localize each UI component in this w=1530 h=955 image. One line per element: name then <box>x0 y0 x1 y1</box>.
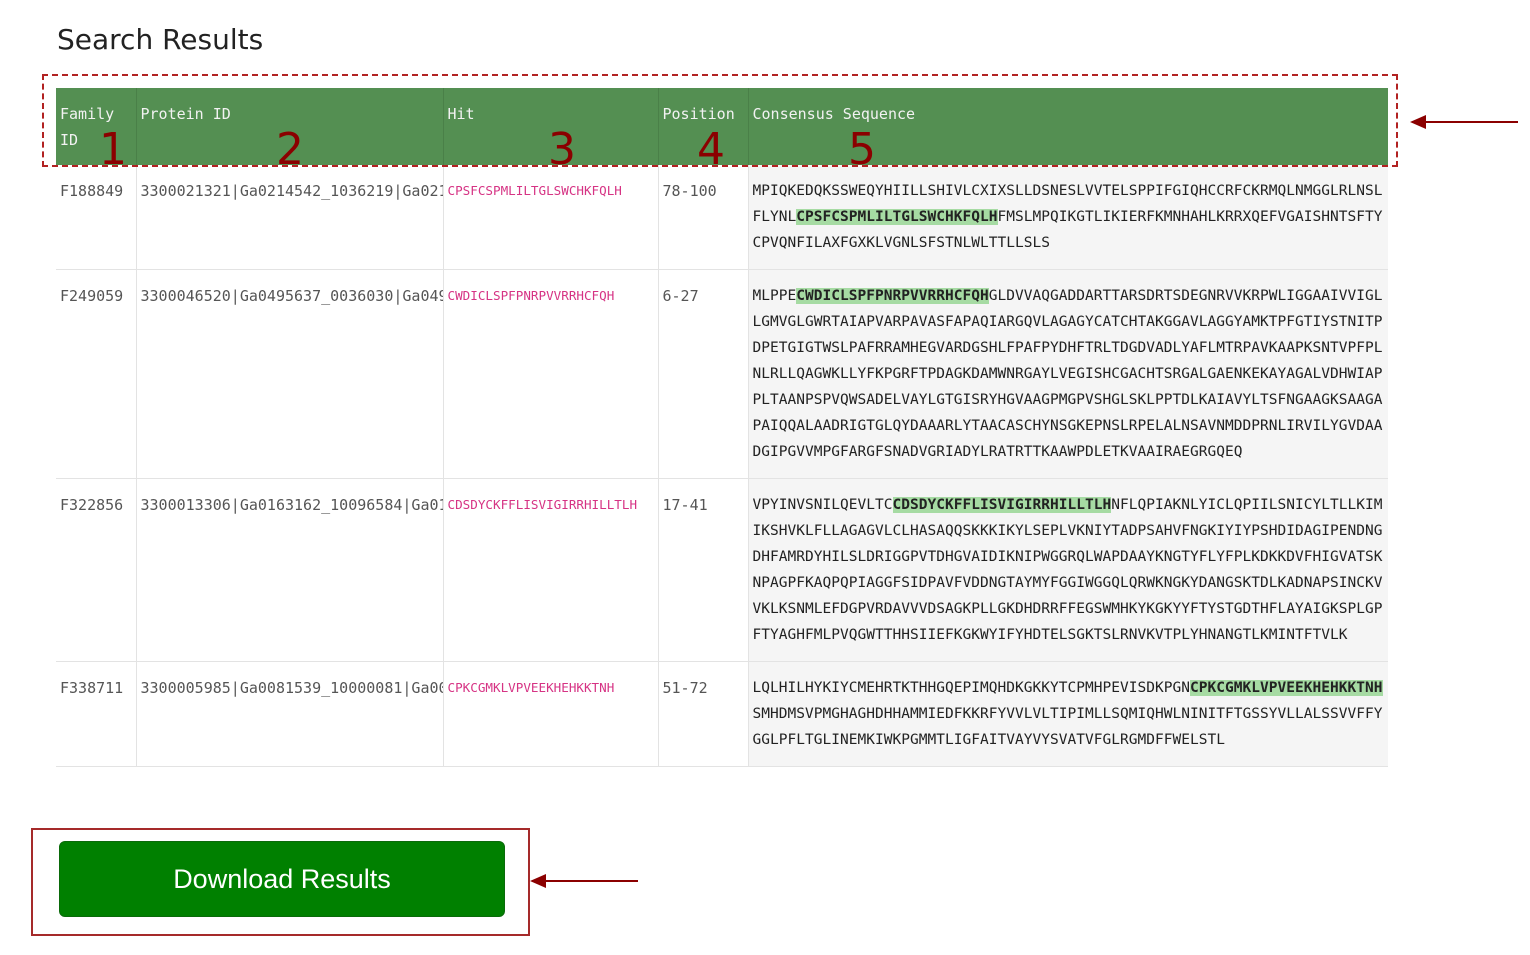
position-cell: 78-100 <box>658 165 749 270</box>
table-row: F322856 3300013306|Ga0163162_10096584|Ga… <box>56 478 1388 662</box>
sequence-hit-highlight: CDSDYCKFFLISVIGIRRHILLTLH <box>892 497 1112 513</box>
column-number-4: 4 <box>697 124 725 175</box>
protein-id-cell: 3300021321|Ga0214542_1036219|Ga0214542_1… <box>136 165 444 270</box>
column-number-1: 1 <box>99 124 127 175</box>
consensus-sequence-cell: MPIQKEDQKSSWEQYHIILLSHIVLCXIXSLLDSNESLVV… <box>748 165 1388 270</box>
family-id-cell: F322856 <box>56 478 137 662</box>
hit-cell: CPKCGMKLVPVEEKHEHKKTNH <box>443 661 659 767</box>
consensus-sequence-cell: MLPPECWDICLSPFPNRPVVRRHCFQHGLDVVAQGADDAR… <box>748 269 1388 479</box>
position-cell: 17-41 <box>658 478 749 662</box>
sequence-after-hit: NFLQPIAKNLYICLQPIILSNICYLTLLKIMIKSHVKLFL… <box>752 497 1383 643</box>
consensus-sequence-cell: VPYINVSNILQEVLTCCDSDYCKFFLISVIGIRRHILLTL… <box>748 478 1388 662</box>
hit-cell: CWDICLSPFPNRPVVRRHCFQH <box>443 269 659 479</box>
family-id-cell: F249059 <box>56 269 137 479</box>
sequence-hit-highlight: CWDICLSPFPNRPVVRRHCFQH <box>796 288 989 304</box>
family-id-cell: F338711 <box>56 661 137 767</box>
position-cell: 51-72 <box>658 661 749 767</box>
table-row: F188849 3300021321|Ga0214542_1036219|Ga0… <box>56 165 1388 270</box>
hit-cell: CDSDYCKFFLISVIGIRRHILLTLH <box>443 478 659 662</box>
column-number-2: 2 <box>276 124 304 175</box>
results-table: Family ID Protein ID Hit Position Consen… <box>56 88 1388 767</box>
column-number-5: 5 <box>848 124 876 175</box>
hit-cell: CPSFCSPMLILTGLSWCHKFQLH <box>443 165 659 270</box>
sequence-before-hit: MLPPE <box>752 288 797 304</box>
protein-id-cell: 3300005985|Ga0081539_10000081|Ga0081539_… <box>136 661 444 767</box>
sequence-before-hit: VPYINVSNILQEVLTC <box>752 497 893 513</box>
column-number-3: 3 <box>548 124 576 175</box>
download-pointer-arrow <box>530 874 638 888</box>
table-row: F338711 3300005985|Ga0081539_10000081|Ga… <box>56 661 1388 767</box>
protein-id-cell: 3300013306|Ga0163162_10096584|Ga0163162_… <box>136 478 444 662</box>
sequence-hit-highlight: CPKCGMKLVPVEEKHEHKKTNH <box>1190 680 1383 696</box>
page-title: Search Results <box>57 23 264 56</box>
sequence-after-hit: GLDVVAQGADDARTTARSDRTSDEGNRVVKRPWLIGGAAI… <box>752 288 1383 460</box>
table-row: F249059 3300046520|Ga0495637_0036030|Ga0… <box>56 269 1388 479</box>
download-results-button[interactable]: Download Results <box>59 841 505 917</box>
sequence-hit-highlight: CPSFCSPMLILTGLSWCHKFQLH <box>796 209 998 225</box>
results-table-viewport[interactable]: Family ID Protein ID Hit Position Consen… <box>56 88 1388 798</box>
sequence-after-hit: SMHDMSVPMGHAGHDHHAMMIEDFKKRFYVVLVLTIPIML… <box>752 706 1383 748</box>
position-cell: 6-27 <box>658 269 749 479</box>
header-pointer-arrow <box>1410 115 1518 129</box>
sequence-before-hit: LQLHILHYKIYCMEHRTKTHHGQEPIMQHDKGKKYTCPMH… <box>752 680 1190 696</box>
protein-id-cell: 3300046520|Ga0495637_0036030|Ga0495637_0… <box>136 269 444 479</box>
family-id-cell: F188849 <box>56 165 137 270</box>
consensus-sequence-cell: LQLHILHYKIYCMEHRTKTHHGQEPIMQHDKGKKYTCPMH… <box>748 661 1388 767</box>
